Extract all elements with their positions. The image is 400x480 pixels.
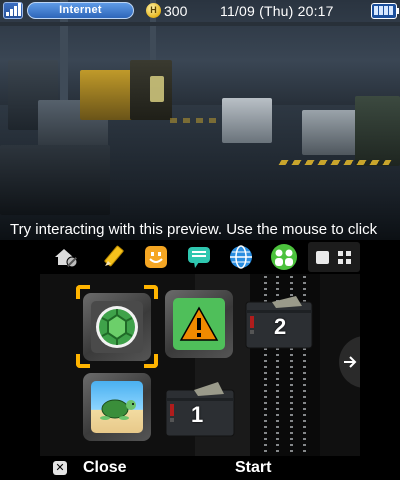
folder-number: 2 <box>274 314 287 339</box>
white-crate <box>222 98 272 143</box>
warning-app-tile[interactable] <box>165 290 233 358</box>
ceiling-rail <box>0 22 400 26</box>
close-icon[interactable]: ✕ <box>53 461 67 475</box>
friends-icon <box>271 244 297 270</box>
game-notes-button[interactable] <box>100 243 128 271</box>
start-button[interactable]: Start <box>235 459 271 477</box>
internet-browser-button[interactable] <box>227 243 255 271</box>
arrow-right-icon <box>344 356 357 368</box>
green-shell-icon <box>96 306 138 348</box>
notifications-button[interactable] <box>185 243 213 271</box>
hazard-stripe <box>170 118 220 123</box>
miiverse-button[interactable] <box>142 243 170 271</box>
status-bar: Internet H 300 11/09 (Thu) 20:17 <box>0 0 400 22</box>
cylinder-crate <box>302 110 362 155</box>
battery-icon <box>371 3 397 19</box>
turtle-beach-app-tile[interactable] <box>83 373 151 441</box>
home-settings-button[interactable] <box>52 243 80 271</box>
pencil-icon <box>104 245 124 267</box>
tile-icon-area <box>173 298 225 350</box>
right-margin <box>360 240 400 480</box>
top-screen: Internet H 300 11/09 (Thu) 20:17 Try int… <box>0 0 400 240</box>
close-button[interactable]: Close <box>83 459 127 477</box>
smiley-face-icon <box>145 246 167 268</box>
foreground-crates <box>0 145 110 215</box>
grid-view-icon[interactable] <box>338 251 351 264</box>
friend-list-button[interactable] <box>270 243 298 271</box>
battery-tip <box>397 8 399 14</box>
selection-cursor-corner <box>76 354 90 368</box>
globe-icon <box>230 245 252 269</box>
folder-2-tile[interactable]: 2 <box>244 292 314 350</box>
turtle-icon <box>100 399 136 420</box>
yellow-machine <box>80 70 135 120</box>
play-coin-icon: H <box>146 3 161 18</box>
bottom-screen[interactable]: 2 1 ✕ Close Start <box>40 240 360 480</box>
scroll-right-button[interactable] <box>339 336 360 388</box>
tile-icon-area <box>91 381 143 433</box>
tile-icon-area <box>91 301 143 353</box>
date-time: 11/09 (Thu) 20:17 <box>220 3 334 19</box>
app-bar <box>40 240 360 274</box>
folder-1-tile[interactable]: 1 <box>164 378 236 438</box>
coin-count: 300 <box>164 3 188 19</box>
selection-cursor-corner <box>144 285 158 299</box>
speech-bubble-icon <box>188 247 210 268</box>
selection-cursor-corner <box>144 354 158 368</box>
light-panel <box>150 76 164 102</box>
left-margin <box>0 240 40 480</box>
bottom-bar: ✕ Close Start <box>40 456 360 480</box>
green-crate <box>355 96 400 166</box>
selection-cursor-corner <box>76 285 90 299</box>
preview-hint-text: Try interacting with this preview. Use t… <box>10 221 378 238</box>
folder-number: 1 <box>191 402 204 427</box>
connection-status: Internet <box>27 2 134 19</box>
view-toggle-group <box>308 242 360 272</box>
hazard-stripe <box>278 160 392 165</box>
warning-icon <box>179 306 219 341</box>
signal-strength-icon <box>3 2 23 19</box>
home-settings-icon <box>55 249 78 268</box>
green-shell-app-tile[interactable] <box>83 293 151 361</box>
single-view-icon[interactable] <box>316 251 329 264</box>
